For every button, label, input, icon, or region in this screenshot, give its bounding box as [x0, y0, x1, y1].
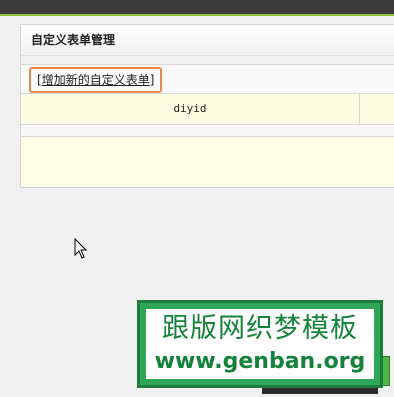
- watermark-url-text: www.genban.org: [154, 349, 366, 374]
- mouse-cursor-icon: [74, 238, 88, 259]
- toolbar: [增加新的自定义表单]: [21, 65, 394, 94]
- column-header-diyid: diyid: [21, 94, 360, 124]
- add-form-link[interactable]: [增加新的自定义表单]: [29, 67, 163, 93]
- page-title: 自定义表单管理: [21, 25, 394, 56]
- watermark-logo: 跟版网织梦模板 www.genban.org: [137, 300, 383, 388]
- table-header-row: diyid: [21, 94, 394, 125]
- divider: [21, 56, 394, 65]
- bracket-close: ]: [149, 73, 155, 87]
- top-bar: [0, 0, 394, 16]
- table-body-empty: [20, 136, 394, 188]
- watermark-chinese-text: 跟版网织梦模板: [162, 313, 358, 344]
- add-form-label[interactable]: 增加新的自定义表单: [42, 73, 150, 87]
- watermark-inner: 跟版网织梦模板 www.genban.org: [146, 309, 374, 379]
